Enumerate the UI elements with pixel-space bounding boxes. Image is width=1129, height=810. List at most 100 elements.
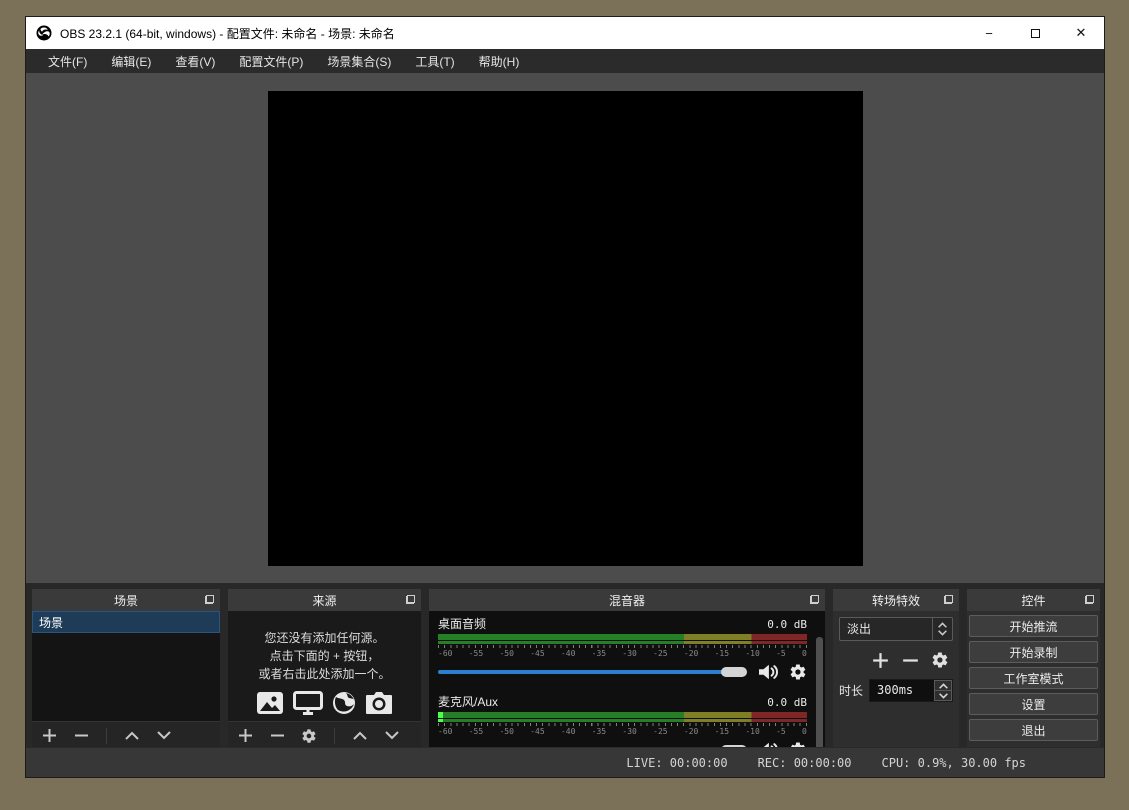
volume-meter: [438, 712, 807, 722]
meter-scale: -60-55-50-45-40-35-30-25-20-15-10-50: [438, 727, 807, 736]
status-bar: LIVE: 00:00:00 REC: 00:00:00 CPU: 0.9%, …: [26, 747, 1104, 777]
chevron-down-icon: [385, 731, 399, 740]
menu-tools[interactable]: 工具(T): [403, 49, 466, 74]
remove-scene-button[interactable]: [72, 727, 90, 745]
channel-name: 麦克风/Aux: [438, 693, 498, 710]
duration-down-button[interactable]: [934, 691, 952, 701]
scene-down-button[interactable]: [155, 727, 173, 745]
menu-edit[interactable]: 编辑(E): [99, 49, 163, 74]
sources-toolbar: [228, 721, 421, 749]
mixer-channel-desktop-audio: 桌面音频 0.0 dB -60-55-50-45-40-35-30-25-20-…: [438, 615, 807, 681]
remove-source-button[interactable]: [268, 727, 286, 745]
gear-icon: [301, 728, 317, 744]
settings-button[interactable]: 设置: [969, 693, 1098, 715]
source-type-icons: [256, 691, 393, 715]
sources-panel-header[interactable]: 来源: [228, 589, 421, 611]
dock-float-icon: [406, 595, 415, 604]
meter-scale: -60-55-50-45-40-35-30-25-20-15-10-50: [438, 649, 807, 658]
transition-select[interactable]: 淡出: [839, 617, 953, 641]
channel-db-value: 0.0 dB: [767, 696, 807, 709]
menu-scene-collection[interactable]: 场景集合(S): [315, 49, 403, 74]
chevron-down-icon: [938, 630, 947, 636]
menu-view[interactable]: 查看(V): [163, 49, 227, 74]
cpu-fps: CPU: 0.9%, 30.00 fps: [882, 756, 1027, 770]
duration-spinbox[interactable]: 300ms: [869, 679, 953, 702]
scenes-panel-header[interactable]: 场景: [32, 589, 220, 611]
volume-slider-handle[interactable]: [721, 667, 747, 677]
add-transition-button[interactable]: [871, 651, 889, 669]
controls-body: 开始推流 开始录制 工作室模式 设置 退出: [967, 611, 1100, 749]
maximize-icon[interactable]: [1012, 17, 1058, 49]
source-down-button[interactable]: [383, 727, 401, 745]
plus-icon: [872, 652, 889, 669]
menu-help[interactable]: 帮助(H): [467, 49, 532, 74]
scene-up-button[interactable]: [123, 727, 141, 745]
toolbar-separator: [334, 728, 335, 744]
live-time: LIVE: 00:00:00: [626, 756, 727, 770]
controls-panel-header[interactable]: 控件: [967, 589, 1100, 611]
exit-button[interactable]: 退出: [969, 719, 1098, 741]
title-bar: OBS 23.2.1 (64-bit, windows) - 配置文件: 未命名…: [26, 17, 1104, 49]
controls-panel-title: 控件: [1021, 592, 1045, 609]
remove-transition-button[interactable]: [901, 651, 919, 669]
sources-empty-area[interactable]: 您还没有添加任何源。 点击下面的 + 按钮， 或者右击此处添加一个。: [228, 611, 421, 721]
duration-row: 时长 300ms: [839, 679, 953, 702]
window-title: OBS 23.2.1 (64-bit, windows) - 配置文件: 未命名…: [60, 25, 395, 42]
close-icon[interactable]: ✕: [1058, 17, 1104, 49]
dock-float-icon: [944, 595, 953, 604]
scenes-panel: 场景 场景: [32, 589, 220, 749]
window-controls: − ✕: [966, 17, 1104, 49]
minus-icon: [902, 652, 919, 669]
source-properties-button[interactable]: [300, 727, 318, 745]
transitions-panel-header[interactable]: 转场特效: [833, 589, 959, 611]
menu-bar: 文件(F) 编辑(E) 查看(V) 配置文件(P) 场景集合(S) 工具(T) …: [26, 49, 1104, 73]
add-source-button[interactable]: [236, 727, 254, 745]
start-streaming-button[interactable]: 开始推流: [969, 615, 1098, 637]
image-icon: [256, 691, 284, 715]
gear-icon[interactable]: [789, 663, 807, 681]
mixer-scrollbar[interactable]: [816, 637, 823, 755]
preview-area: [26, 73, 1104, 583]
mixer-panel-title: 混音器: [609, 592, 645, 609]
minus-icon: [74, 728, 89, 743]
volume-slider[interactable]: [438, 667, 747, 677]
studio-mode-button[interactable]: 工作室模式: [969, 667, 1098, 689]
add-scene-button[interactable]: [40, 727, 58, 745]
duration-value: 300ms: [870, 680, 934, 701]
menu-file[interactable]: 文件(F): [36, 49, 99, 74]
transition-selected-value: 淡出: [840, 618, 932, 640]
transition-properties-button[interactable]: [931, 651, 949, 669]
toolbar-separator: [106, 728, 107, 744]
meter-ticks: [438, 723, 807, 726]
camera-icon: [365, 691, 393, 715]
mixer-panel: 混音器 桌面音频 0.0 dB -60-55-50-45-40-35-30-25…: [429, 589, 825, 749]
scene-list[interactable]: 场景: [32, 611, 220, 721]
sources-hint-line: 或者右击此处添加一个。: [258, 665, 390, 683]
rec-time: REC: 00:00:00: [758, 756, 852, 770]
dock-area: 场景 场景 来源: [26, 583, 1104, 749]
transitions-panel-title: 转场特效: [872, 592, 920, 609]
speaker-icon[interactable]: [757, 663, 779, 681]
dock-float-icon: [1085, 595, 1094, 604]
chevron-up-icon: [938, 622, 947, 628]
transitions-body: 淡出 时长 300ms: [833, 611, 959, 749]
source-up-button[interactable]: [351, 727, 369, 745]
scene-list-item[interactable]: 场景: [32, 611, 220, 633]
duration-label: 时长: [839, 682, 863, 699]
duration-up-button[interactable]: [934, 680, 952, 691]
mixer-panel-header[interactable]: 混音器: [429, 589, 825, 611]
meter-ticks: [438, 645, 807, 648]
sources-hint-line: 点击下面的 + 按钮，: [270, 647, 380, 665]
sources-panel-title: 来源: [312, 592, 336, 609]
preview-canvas[interactable]: [268, 91, 863, 566]
chevron-up-icon: [939, 683, 948, 689]
minimize-icon[interactable]: −: [966, 17, 1012, 49]
globe-icon: [332, 691, 356, 715]
chevron-up-icon: [353, 731, 367, 740]
transition-buttons: [839, 651, 949, 669]
start-recording-button[interactable]: 开始录制: [969, 641, 1098, 663]
volume-meter: [438, 634, 807, 644]
display-icon: [293, 691, 323, 715]
menu-profile[interactable]: 配置文件(P): [227, 49, 315, 74]
dropdown-spinner[interactable]: [932, 618, 952, 640]
